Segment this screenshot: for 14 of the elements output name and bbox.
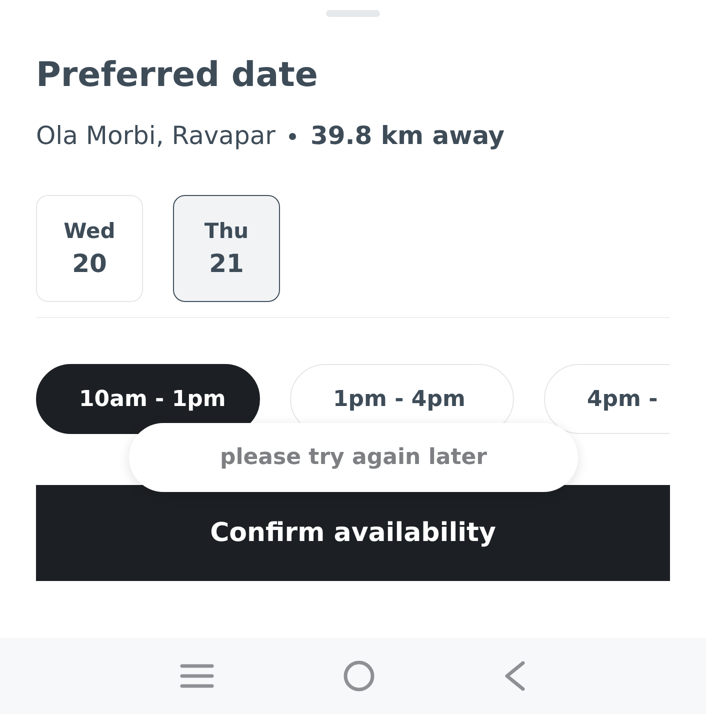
back-icon[interactable] (504, 661, 526, 691)
time-slot-chip[interactable]: 10am - 1pm (36, 364, 260, 434)
sheet-title: Preferred date (36, 55, 319, 95)
separator-dot-icon (289, 132, 296, 140)
menu-icon[interactable] (180, 663, 214, 689)
distance-text: 39.8 km away (310, 120, 505, 152)
drag-handle[interactable] (326, 10, 380, 17)
location-name: Ola Morbi, Ravapar (36, 120, 276, 152)
time-slot-chip[interactable]: 4pm - (544, 364, 670, 434)
confirm-button[interactable]: Confirm availability (36, 485, 670, 581)
date-option[interactable]: Wed 20 (36, 195, 143, 302)
date-option[interactable]: Thu 21 (173, 195, 280, 302)
toast-message: please try again later (129, 423, 578, 492)
home-icon[interactable] (342, 660, 375, 692)
